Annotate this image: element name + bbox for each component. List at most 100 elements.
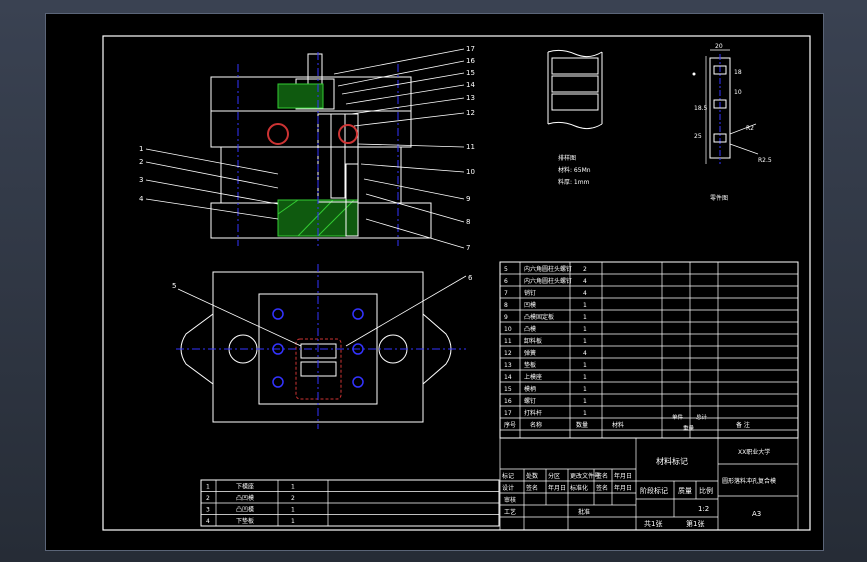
title-process: 工艺 xyxy=(504,508,516,516)
bom-header-name: 名称 xyxy=(530,421,542,429)
bom-cell-qty: 1 xyxy=(583,386,587,393)
small-bom-cell-qty: 1 xyxy=(291,484,295,491)
bom-header-remark: 备 注 xyxy=(736,421,750,429)
balloon-1: 1 xyxy=(139,145,143,153)
bom-table: 5 内六角圆柱头螺钉 2 6 内六角圆柱头螺钉 4 7 销钉 4 8 凹模 1 9 凸模固定板 1 10 凸模 1… xyxy=(499,261,799,439)
balloon-3: 3 xyxy=(139,176,143,184)
balloon-14: 14 xyxy=(466,81,475,89)
strip-note-material: 材料: 65Mn xyxy=(558,166,591,174)
bom-cell-name: 内六角圆柱头螺钉 xyxy=(524,265,572,273)
balloon-5: 5 xyxy=(172,282,176,290)
title-company: XX职业大学 xyxy=(738,448,770,456)
bom-cell-name: 凸模 xyxy=(524,325,536,333)
small-bom-cell-name: 凸凹模 xyxy=(236,506,254,514)
title-row2-cell: 年月日 xyxy=(548,484,566,492)
bom-cell-qty: 2 xyxy=(583,266,587,273)
title-row2-cell: 年月日 xyxy=(614,484,632,492)
strip-notes: 排样图 材料: 65Mn 料厚: 1mm xyxy=(558,154,591,186)
title-row1-cell: 分区 xyxy=(548,472,560,480)
dim-18: 18 xyxy=(734,69,742,76)
title-row1-cell: 年月日 xyxy=(614,472,632,480)
bom-cell-no: 16 xyxy=(504,398,512,405)
bom-cell-name: 弹簧 xyxy=(524,349,536,357)
dim-25: 25 xyxy=(694,133,702,140)
bom-cell-no: 17 xyxy=(504,410,512,417)
title-row1-cell: 处数 xyxy=(526,472,538,480)
title-total-sheets: 共1张 xyxy=(644,519,662,528)
small-bom-cell-qty: 1 xyxy=(291,507,295,514)
title-sheet-size: A3 xyxy=(752,510,761,518)
bom-cell-name: 内六角圆柱头螺钉 xyxy=(524,277,572,285)
title-row1-cell: 标记 xyxy=(502,472,514,480)
bom-header-qty: 数量 xyxy=(576,421,588,429)
bom-cell-qty: 1 xyxy=(583,314,587,321)
balloon-12: 12 xyxy=(466,109,475,117)
strip-layout xyxy=(547,49,603,130)
bom-cell-qty: 1 xyxy=(583,338,587,345)
balloon-15: 15 xyxy=(466,69,475,77)
dim-10: 10 xyxy=(734,89,742,96)
small-bom-cell-qty: 1 xyxy=(291,518,295,525)
small-bom-cell-no: 4 xyxy=(206,518,210,525)
balloon-11: 11 xyxy=(466,143,475,151)
small-bom-cell-qty: 2 xyxy=(291,495,295,502)
title-row2-cell: 签名 xyxy=(526,484,538,492)
bom-cell-no: 9 xyxy=(504,314,508,321)
bom-cell-no: 8 xyxy=(504,302,508,309)
title-material-mark: 材料标记 xyxy=(656,456,688,466)
bom-cell-no: 13 xyxy=(504,362,512,369)
bom-cell-name: 凹模 xyxy=(524,301,536,309)
balloon-6: 6 xyxy=(468,274,473,282)
title-approve: 批准 xyxy=(578,508,590,516)
dim-20: 20 xyxy=(715,43,723,50)
dim-18-5: 18.5 xyxy=(694,105,708,112)
hatch-upper xyxy=(277,83,324,109)
bom-cell-no: 15 xyxy=(504,386,512,393)
part-caption: 零件图 xyxy=(710,194,728,202)
small-bom-cell-no: 2 xyxy=(206,495,210,502)
title-row2-cell: 签名 xyxy=(596,484,608,492)
title-row2-cell: 标准化 xyxy=(570,484,588,492)
bom-cell-qty: 4 xyxy=(583,350,587,357)
balloon-7: 7 xyxy=(466,244,470,252)
bom-cell-qty: 1 xyxy=(583,362,587,369)
balloon-2: 2 xyxy=(139,158,143,166)
bom-cell-no: 11 xyxy=(504,338,512,345)
bom-cell-qty: 4 xyxy=(583,290,587,297)
section-view xyxy=(210,52,432,246)
bom-header-no: 序号 xyxy=(504,421,516,429)
bom-cell-name: 螺钉 xyxy=(524,397,536,405)
bom-cell-qty: 1 xyxy=(583,398,587,405)
bom-cell-name: 销钉 xyxy=(524,289,536,297)
bom-cell-no: 12 xyxy=(504,350,512,357)
bom-cell-no: 6 xyxy=(504,278,508,285)
title-sheet-no: 第1张 xyxy=(686,519,704,528)
balloon-8: 8 xyxy=(466,218,470,226)
bom-cell-qty: 1 xyxy=(583,374,587,381)
bom-cell-qty: 4 xyxy=(583,278,587,285)
bom-cell-name: 凸模固定板 xyxy=(524,313,554,321)
bom-cell-name: 卸料板 xyxy=(524,337,542,345)
title-scale-value: 1:2 xyxy=(698,505,709,513)
bom-cell-no: 14 xyxy=(504,374,512,381)
small-bom-cell-no: 1 xyxy=(206,484,210,491)
dim-r2: R2 xyxy=(746,125,754,132)
balloon-10: 10 xyxy=(466,168,475,176)
title-mass: 质量 xyxy=(678,486,692,495)
balloon-17: 17 xyxy=(466,45,475,53)
balloon-13: 13 xyxy=(466,94,475,102)
bom-cell-name: 模柄 xyxy=(524,385,536,393)
strip-note-title: 排样图 xyxy=(558,154,576,162)
strip-note-thickness: 料厚: 1mm xyxy=(558,178,590,186)
balloon-9: 9 xyxy=(466,195,470,203)
balloon-4: 4 xyxy=(139,195,144,203)
balloon-labels-right: 17 16 15 14 13 12 11 10 9 8 7 xyxy=(466,45,475,252)
plan-view xyxy=(176,264,467,429)
small-bom-cell-name: 下模座 xyxy=(236,483,254,491)
title-scale-label: 比例 xyxy=(699,486,713,495)
bom-cell-qty: 1 xyxy=(583,326,587,333)
bom-header-unit: 单件 xyxy=(672,413,684,421)
cad-viewport[interactable]: 17 16 15 14 13 12 11 10 9 8 7 1 2 3 4 5 … xyxy=(45,13,824,551)
bom-header-weight: 重量 xyxy=(683,424,695,432)
title-stage-mark: 阶段标记 xyxy=(640,486,668,495)
